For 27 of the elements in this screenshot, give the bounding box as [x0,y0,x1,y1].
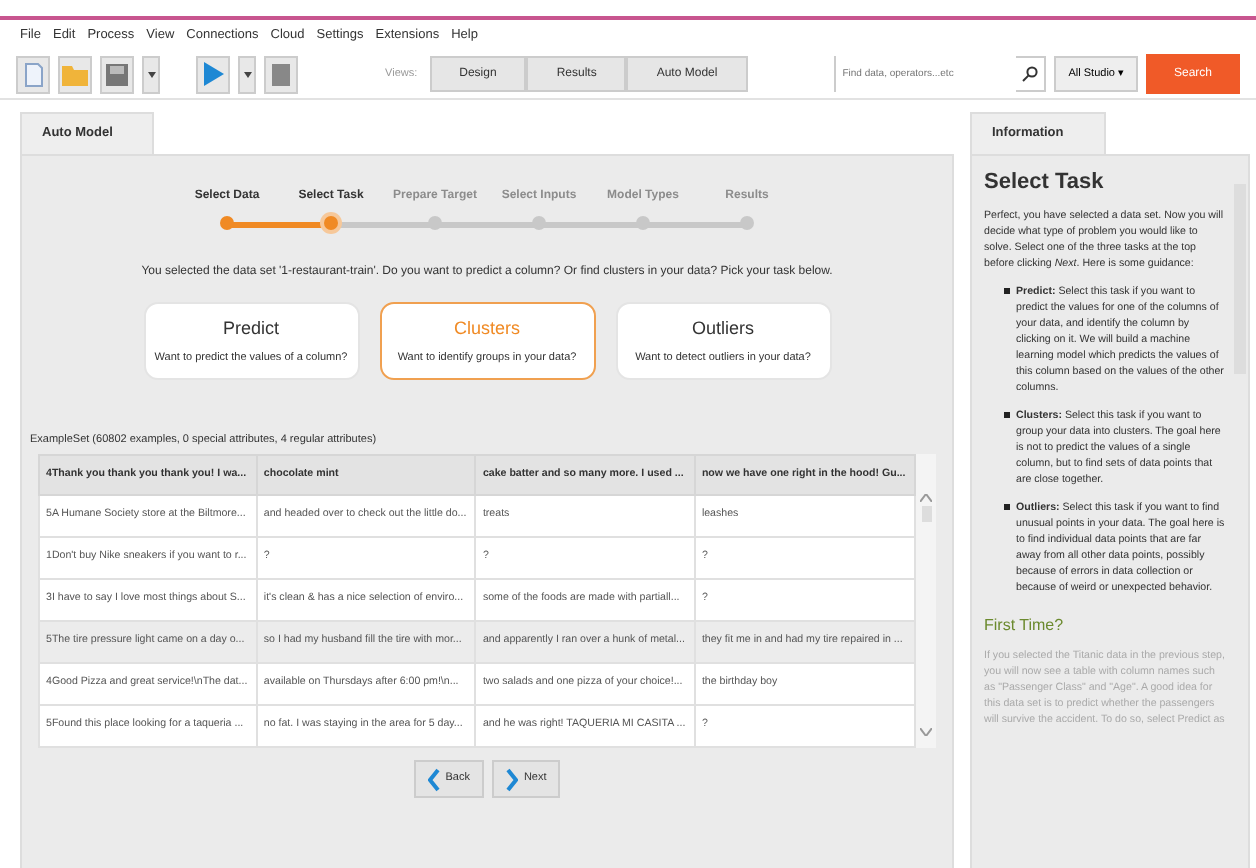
open-button[interactable] [58,55,92,94]
bullet-icon [1004,288,1010,294]
scroll-up-icon [920,493,932,501]
save-button[interactable] [100,55,134,94]
play-icon [203,62,223,87]
task-title: Outliers [689,315,756,341]
save-dropdown[interactable] [142,55,160,94]
info-title: Select Task [984,167,1106,195]
run-dropdown[interactable] [238,55,256,94]
folder-icon [62,63,88,86]
bullet-icon [1004,504,1010,510]
caret-icon [147,71,155,78]
floppy-icon [106,63,128,86]
new-file-button[interactable] [16,55,50,94]
chevron-left-icon [427,767,440,792]
document-icon [23,61,43,88]
chevron-right-icon [505,767,518,792]
scrollbar-thumb[interactable] [921,505,931,521]
bullet-icon [1004,412,1010,418]
stop-icon [272,63,290,86]
caret-icon [243,71,251,78]
task-title: Clusters [451,315,522,341]
info-subtitle: First Time? [984,615,1066,635]
task-title: Predict [220,315,281,341]
run-button[interactable] [196,55,230,94]
scroll-down-icon [920,728,932,737]
search-icon [1022,66,1039,83]
